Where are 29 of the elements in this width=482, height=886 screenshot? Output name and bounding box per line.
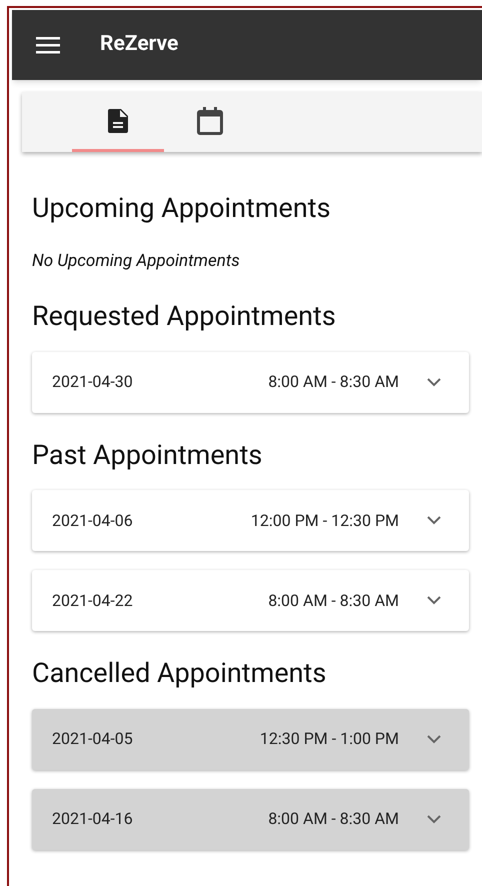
- appointment-card[interactable]: 2021-04-06 12:00 PM - 12:30 PM: [32, 490, 469, 551]
- chevron-down-icon[interactable]: [427, 734, 441, 744]
- section-heading: Cancelled Appointments: [32, 656, 328, 691]
- appointment-time: 8:00 AM - 8:30 AM: [267, 590, 400, 612]
- appointment-date: 2021-04-22: [52, 590, 134, 612]
- calendar-icon: [197, 106, 223, 134]
- chevron-down-icon[interactable]: [427, 378, 441, 386]
- chevron-down-icon[interactable]: [427, 516, 441, 525]
- appointment-date: 2021-04-06: [52, 510, 134, 532]
- menu-icon[interactable]: [36, 36, 60, 54]
- app-title: ReZerve: [100, 31, 178, 58]
- section-heading: Past Appointments: [32, 438, 264, 472]
- document-icon: [108, 108, 128, 132]
- appointment-time: 8:00 AM - 8:30 AM: [267, 808, 400, 830]
- section-heading: Upcoming Appointments: [32, 191, 332, 226]
- chevron-down-icon[interactable]: [427, 596, 441, 605]
- appointment-time: 12:00 PM - 12:30 PM: [250, 510, 400, 532]
- appointment-time: 12:30 PM - 1:00 PM: [258, 728, 400, 750]
- section-heading: Requested Appointments: [32, 299, 337, 334]
- appointment-date: 2021-04-30: [52, 371, 134, 393]
- appointment-date: 2021-04-16: [52, 808, 134, 830]
- empty-message: No Upcoming Appointments: [32, 250, 241, 272]
- appointment-time: 8:00 AM - 8:30 AM: [267, 371, 400, 393]
- appointment-date: 2021-04-05: [52, 728, 134, 750]
- chevron-down-icon[interactable]: [427, 814, 441, 824]
- appointment-card[interactable]: 2021-04-16 8:00 AM - 8:30 AM: [32, 788, 469, 850]
- appointment-card[interactable]: 2021-04-30 8:00 AM - 8:30 AM: [32, 352, 469, 412]
- appointment-card[interactable]: 2021-04-05 12:30 PM - 1:00 PM: [32, 708, 469, 770]
- appointment-card[interactable]: 2021-04-22 8:00 AM - 8:30 AM: [32, 570, 469, 631]
